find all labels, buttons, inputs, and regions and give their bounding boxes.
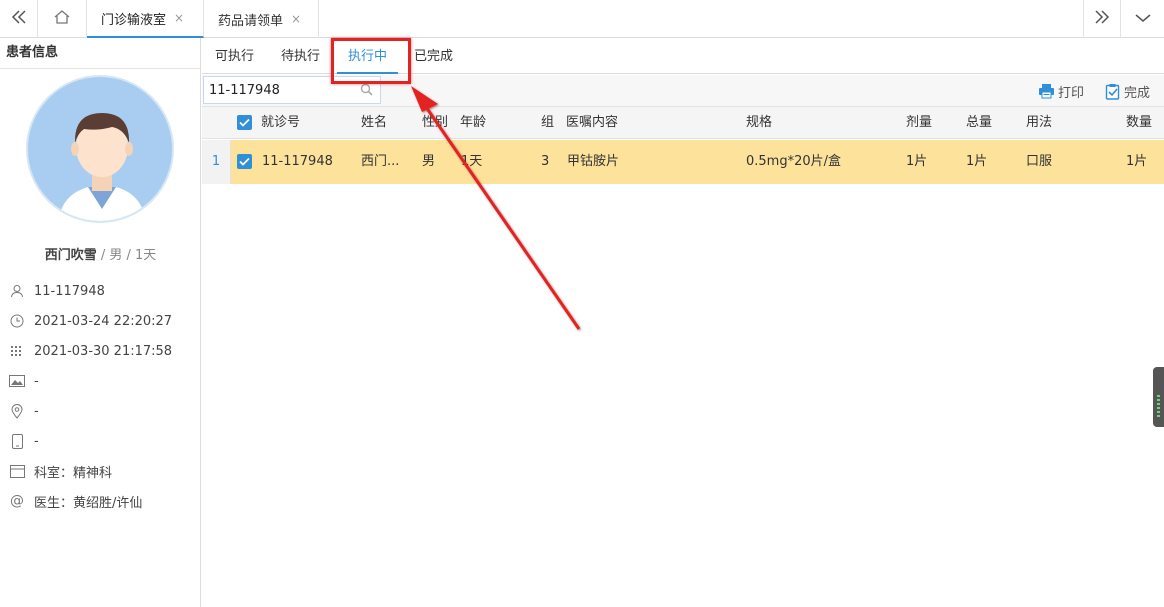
cell-dose: 1片	[906, 154, 928, 169]
grid-header: 就诊号 姓名 性别 年龄 组 医嘱内容 规格 剂量 总量 用法 数量	[202, 107, 1164, 139]
cell-quantity: 1片	[1126, 154, 1148, 169]
cell-age: 1天	[461, 154, 483, 169]
clipboard-check-icon	[1105, 83, 1120, 100]
at-icon: @	[10, 493, 24, 509]
toolbar: 打印 完成	[202, 75, 1164, 107]
info-visit-number: 11-117948	[0, 280, 201, 302]
tab-drug-requisition[interactable]: 药品请领单 ×	[204, 0, 319, 38]
patient-age: 1天	[135, 248, 157, 263]
tab-label: 药品请领单	[218, 13, 284, 29]
home-icon	[53, 9, 71, 29]
tab-completed[interactable]: 已完成	[414, 38, 453, 74]
check-icon	[239, 118, 250, 127]
print-button[interactable]: 打印	[1038, 75, 1084, 107]
double-chevron-left-icon	[11, 10, 27, 28]
panel-title: 患者信息	[0, 38, 200, 69]
patient-info-panel: 患者信息 西门吹雪 / 男 / 1天 11-117948 2021-03-24 …	[0, 38, 201, 607]
avatar	[26, 75, 174, 223]
header-quantity[interactable]: 数量	[1126, 107, 1152, 139]
image-icon	[0, 375, 34, 387]
main-content: 可执行 待执行 执行中 已完成 打印 完成 就诊号 姓名 性别 年龄 组 医嘱内…	[202, 38, 1164, 607]
info-address: -	[0, 400, 201, 422]
info-admit-time: 2021-03-24 22:20:27	[0, 310, 201, 332]
cell-name: 西门...	[361, 154, 400, 169]
status-tabs: 可执行 待执行 执行中 已完成	[202, 38, 1164, 74]
header-usage[interactable]: 用法	[1026, 107, 1052, 139]
row-checkbox[interactable]	[237, 154, 252, 169]
table-row[interactable]: 1 11-117948 西门... 男 1天 3 甲钴胺片 0.5mg*20片/…	[202, 140, 1164, 184]
close-icon[interactable]: ×	[174, 11, 184, 25]
header-order-content[interactable]: 医嘱内容	[566, 107, 618, 139]
printer-icon	[1039, 84, 1054, 99]
cell-total: 1片	[966, 154, 988, 169]
close-icon[interactable]: ×	[291, 12, 301, 26]
home-button[interactable]	[38, 0, 87, 38]
scroll-right-button[interactable]	[1083, 0, 1121, 38]
top-tab-bar: 门诊输液室 × 药品请领单 ×	[0, 0, 1164, 38]
location-icon	[0, 403, 34, 419]
tab-pending[interactable]: 待执行	[281, 38, 320, 74]
select-all-checkbox[interactable]	[237, 115, 252, 130]
header-visit-no[interactable]: 就诊号	[261, 107, 300, 139]
cell-visit-no: 11-117948	[262, 154, 333, 169]
phone-icon	[0, 433, 34, 449]
tab-in-progress[interactable]: 执行中	[337, 38, 399, 74]
row-number: 1	[202, 140, 231, 184]
header-gender[interactable]: 性别	[422, 107, 448, 139]
info-doctor: @ 医生：黄绍胜/许仙	[0, 490, 201, 512]
patient-name: 西门吹雪	[44, 248, 97, 263]
side-drag-handle[interactable]	[1153, 367, 1164, 427]
patient-summary: 西门吹雪 / 男 / 1天	[44, 248, 157, 263]
calendar-icon	[0, 345, 34, 357]
chevron-down-icon	[1135, 12, 1151, 27]
double-chevron-right-icon	[1094, 10, 1110, 28]
header-total[interactable]: 总量	[966, 107, 992, 139]
cell-order-content: 甲钴胺片	[567, 154, 620, 169]
scroll-left-button[interactable]	[0, 0, 38, 38]
header-dose[interactable]: 剂量	[906, 107, 932, 139]
tab-executable[interactable]: 可执行	[215, 38, 254, 74]
check-icon	[239, 157, 250, 166]
department-icon	[0, 464, 34, 478]
cell-gender: 男	[422, 154, 436, 169]
info-phone: -	[0, 430, 201, 452]
tab-label: 门诊输液室	[101, 12, 167, 28]
cell-group: 3	[541, 154, 550, 169]
clock-icon	[0, 314, 34, 328]
cell-usage: 口服	[1026, 154, 1053, 169]
tab-menu-button[interactable]	[1121, 0, 1164, 38]
info-image: -	[0, 370, 201, 392]
search-input[interactable]	[203, 76, 381, 104]
cell-spec: 0.5mg*20片/盒	[746, 154, 842, 169]
complete-button[interactable]: 完成	[1105, 75, 1150, 107]
search-icon[interactable]	[360, 83, 373, 100]
header-group[interactable]: 组	[541, 107, 554, 139]
header-age[interactable]: 年龄	[460, 107, 486, 139]
patient-gender: 男	[109, 248, 123, 263]
tab-infusion-room[interactable]: 门诊输液室 ×	[87, 0, 204, 38]
info-date: 2021-03-30 21:17:58	[0, 340, 201, 362]
info-department: 科室：精神科	[0, 460, 201, 482]
person-icon	[0, 284, 34, 298]
header-spec[interactable]: 规格	[746, 107, 772, 139]
header-name[interactable]: 姓名	[361, 107, 387, 139]
